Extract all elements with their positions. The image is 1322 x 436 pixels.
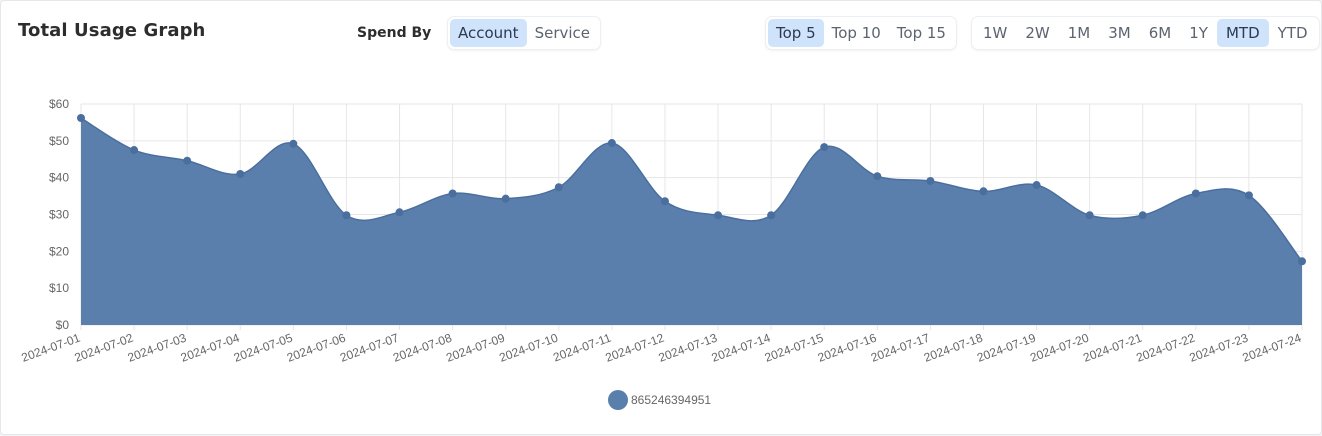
x-tick-label: 2024-07-10 bbox=[497, 331, 560, 365]
legend-swatch bbox=[608, 390, 628, 410]
x-tick-label: 2024-07-03 bbox=[126, 331, 189, 365]
x-tick-label: 2024-07-23 bbox=[1187, 331, 1250, 365]
x-tick-label: 2024-07-22 bbox=[1134, 331, 1197, 365]
x-tick-label: 2024-07-15 bbox=[763, 331, 826, 365]
data-point bbox=[183, 156, 192, 165]
data-point bbox=[501, 194, 510, 203]
data-point bbox=[236, 169, 245, 178]
data-point bbox=[714, 211, 723, 220]
y-tick-label: $50 bbox=[49, 134, 69, 148]
data-point bbox=[395, 208, 404, 217]
data-point bbox=[820, 143, 829, 152]
data-point bbox=[289, 139, 298, 148]
x-tick-label: 2024-07-01 bbox=[20, 331, 83, 365]
x-tick-label: 2024-07-02 bbox=[73, 331, 136, 365]
y-tick-label: $10 bbox=[49, 281, 69, 295]
x-tick-label: 2024-07-19 bbox=[975, 331, 1038, 365]
x-tick-label: 2024-07-05 bbox=[232, 331, 295, 365]
x-tick-label: 2024-07-11 bbox=[551, 331, 613, 365]
data-point bbox=[1191, 189, 1200, 198]
data-point bbox=[1032, 181, 1041, 190]
x-tick-label: 2024-07-07 bbox=[338, 331, 401, 365]
x-tick-label: 2024-07-06 bbox=[285, 331, 348, 365]
data-point bbox=[873, 172, 882, 181]
data-point bbox=[1138, 211, 1147, 220]
chart-area-layer bbox=[80, 117, 1303, 325]
data-point bbox=[1085, 211, 1094, 220]
x-axis: 2024-07-012024-07-022024-07-032024-07-04… bbox=[20, 331, 1304, 365]
y-axis: $0 $10 $20 $30 $40 $50 $60 bbox=[49, 97, 69, 332]
y-tick-label: $30 bbox=[49, 208, 69, 222]
x-tick-label: 2024-07-09 bbox=[444, 331, 507, 365]
data-point bbox=[1244, 191, 1253, 200]
x-tick-label: 2024-07-20 bbox=[1028, 331, 1091, 365]
y-tick-label: $0 bbox=[56, 318, 70, 332]
data-point bbox=[77, 113, 85, 122]
x-tick-label: 2024-07-16 bbox=[816, 331, 879, 365]
x-tick-label: 2024-07-18 bbox=[922, 331, 985, 365]
data-point bbox=[1298, 257, 1306, 266]
data-point bbox=[130, 146, 139, 155]
data-point bbox=[554, 183, 563, 192]
x-tick-label: 2024-07-14 bbox=[710, 331, 773, 365]
usage-area-chart: $0$10$20$30$40$50$60 2024-07-012024-07-0… bbox=[20, 97, 1306, 410]
chart-legend[interactable]: 865246394951 bbox=[608, 390, 711, 410]
data-point bbox=[448, 189, 457, 198]
data-point bbox=[607, 139, 616, 148]
data-point bbox=[342, 211, 351, 220]
series-area bbox=[81, 117, 1302, 325]
x-tick-label: 2024-07-12 bbox=[604, 331, 667, 365]
data-point bbox=[926, 176, 935, 185]
legend-label: 865246394951 bbox=[631, 393, 711, 407]
x-tick-label: 2024-07-04 bbox=[179, 331, 242, 365]
y-tick-label: $60 bbox=[49, 97, 69, 111]
usage-graph-card: Total Usage Graph Spend By Account Servi… bbox=[0, 0, 1322, 435]
x-tick-label: 2024-07-24 bbox=[1241, 331, 1304, 365]
data-point bbox=[660, 197, 669, 206]
x-tick-label: 2024-07-13 bbox=[657, 331, 720, 365]
x-tick-label: 2024-07-08 bbox=[391, 331, 454, 365]
x-tick-label: 2024-07-21 bbox=[1081, 331, 1144, 365]
x-tick-label: 2024-07-17 bbox=[869, 331, 932, 365]
data-point bbox=[979, 187, 988, 196]
y-tick-label: $20 bbox=[49, 244, 69, 258]
data-point bbox=[767, 211, 776, 220]
y-tick-label: $40 bbox=[49, 171, 69, 185]
